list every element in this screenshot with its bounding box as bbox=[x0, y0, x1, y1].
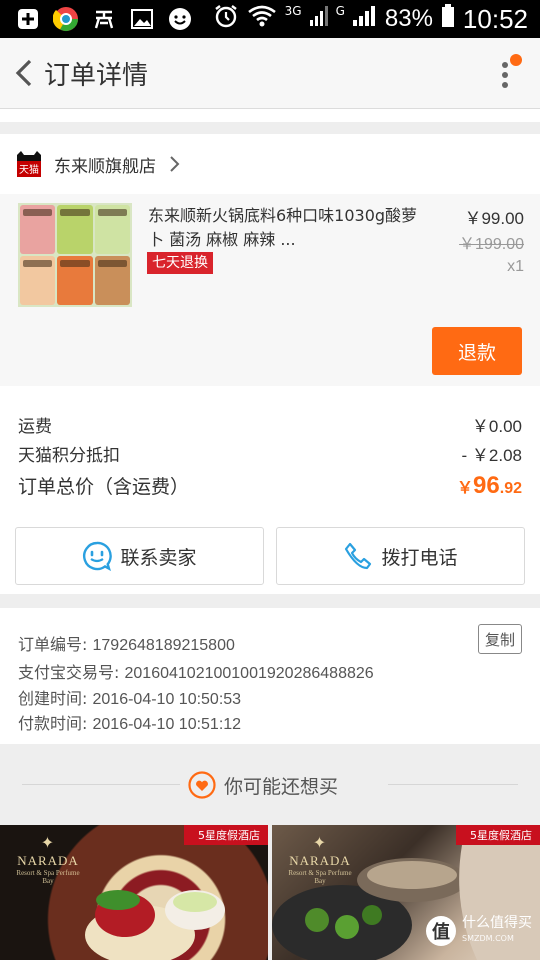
network-3g-label: 3G bbox=[284, 4, 302, 18]
points-row: 天猫积分抵扣 - ￥2.08 bbox=[18, 441, 522, 466]
product-item[interactable]: 东来顺新火锅底料6种口味1030g酸萝卜 菌汤 麻椒 麻辣 ... 七天退换 ￥… bbox=[0, 194, 540, 386]
recommend-card[interactable]: ✦ NARADA Resort & Spa Perfume Bay 5星度假酒店… bbox=[272, 825, 540, 960]
action-buttons: 联系卖家 拨打电话 bbox=[15, 527, 525, 585]
food-image bbox=[85, 890, 225, 960]
narada-logo: ✦ NARADA Resort & Spa Perfume Bay bbox=[288, 835, 352, 885]
order-number-label: 订单编号: bbox=[18, 635, 88, 654]
battery-icon bbox=[441, 4, 455, 34]
top-spacer bbox=[0, 109, 540, 122]
divider bbox=[22, 784, 180, 785]
add-box-icon bbox=[14, 5, 42, 33]
image-icon bbox=[128, 5, 156, 33]
product-quantity: x1 bbox=[507, 258, 524, 275]
status-bar: 3G G 83% 10:52 bbox=[0, 0, 540, 38]
refund-button[interactable]: 退款 bbox=[432, 327, 522, 375]
watermark-text: 什么值得买 bbox=[462, 915, 532, 931]
package-image bbox=[20, 256, 56, 305]
created-label: 创建时间: bbox=[18, 689, 88, 708]
paid-time: 2016-04-10 10:51:12 bbox=[92, 716, 242, 733]
points-value: - ￥2.08 bbox=[461, 446, 522, 465]
product-original-price: ￥199.00 bbox=[459, 236, 524, 253]
page-title: 订单详情 bbox=[44, 60, 149, 91]
order-number: 1792648189215800 bbox=[92, 637, 235, 654]
call-phone-label: 拨打电话 bbox=[381, 546, 458, 569]
hotel-badge: 5星度假酒店 bbox=[184, 825, 268, 845]
watermark-logo-icon: 值 bbox=[426, 916, 456, 946]
shipping-row: 运费 ￥0.00 bbox=[18, 412, 522, 437]
more-dot bbox=[502, 72, 508, 78]
alipay-number: 2016041021001001920286488826 bbox=[124, 665, 374, 682]
smzdm-watermark: 值 什么值得买 SMZDM.COM bbox=[426, 916, 532, 946]
product-price: ￥99.00 bbox=[464, 209, 524, 228]
notification-badge bbox=[510, 54, 522, 66]
copy-button[interactable]: 复制 bbox=[478, 624, 522, 654]
alarm-icon bbox=[213, 3, 239, 35]
battery-percent: 83% bbox=[384, 5, 433, 32]
more-dot bbox=[502, 82, 508, 88]
more-menu-button[interactable] bbox=[492, 54, 522, 94]
package-image bbox=[57, 205, 93, 254]
package-image bbox=[20, 205, 56, 254]
return-policy-tag: 七天退换 bbox=[147, 252, 213, 274]
package-image bbox=[94, 256, 130, 305]
signal-3g-icon bbox=[309, 4, 328, 34]
shipping-value: ￥0.00 bbox=[471, 417, 522, 436]
shipping-label: 运费 bbox=[18, 417, 52, 437]
points-label: 天猫积分抵扣 bbox=[18, 446, 120, 466]
order-info: 订单编号: 1792648189215800 复制 支付宝交易号: 201604… bbox=[0, 608, 540, 744]
wallet-icon bbox=[90, 5, 118, 33]
total-row: 订单总价（含运费） ￥96.92 bbox=[18, 472, 522, 500]
watermark-sub: SMZDM.COM bbox=[462, 934, 514, 943]
recommend-card[interactable]: ✦ NARADA Resort & Spa Perfume Bay 5星度假酒店 bbox=[0, 825, 268, 960]
contact-seller-button[interactable]: 联系卖家 bbox=[15, 527, 264, 585]
svg-text:天猫: 天猫 bbox=[19, 163, 39, 176]
app-header: 订单详情 bbox=[0, 38, 540, 109]
order-totals: 运费 ￥0.00 天猫积分抵扣 - ￥2.08 订单总价（含运费） ￥96.92… bbox=[0, 386, 540, 594]
alipay-label: 支付宝交易号: bbox=[18, 663, 120, 682]
total-label: 订单总价（含运费） bbox=[18, 476, 190, 498]
hotel-badge: 5星度假酒店 bbox=[456, 825, 540, 845]
chat-bubble-icon bbox=[166, 5, 194, 33]
alipay-row: 支付宝交易号: 2016041021001001920286488826 bbox=[18, 659, 374, 683]
order-number-row: 订单编号: 1792648189215800 bbox=[18, 631, 235, 655]
product-thumbnail bbox=[18, 203, 132, 307]
call-phone-button[interactable]: 拨打电话 bbox=[276, 527, 525, 585]
chat-face-icon bbox=[83, 541, 113, 571]
contact-seller-label: 联系卖家 bbox=[120, 546, 197, 569]
divider bbox=[388, 784, 518, 785]
package-image bbox=[94, 205, 130, 254]
created-time: 2016-04-10 10:50:53 bbox=[92, 691, 242, 708]
product-name: 东来顺新火锅底料6种口味1030g酸萝卜 菌汤 麻椒 麻辣 ... bbox=[148, 206, 418, 249]
tmall-logo-icon: 天猫 bbox=[17, 151, 41, 177]
total-decimal: .92 bbox=[499, 480, 522, 497]
recommend-title: 你可能还想买 bbox=[224, 776, 339, 798]
heart-icon bbox=[188, 771, 216, 799]
narada-logo: ✦ NARADA Resort & Spa Perfume Bay bbox=[16, 835, 80, 885]
paid-label: 付款时间: bbox=[18, 714, 88, 733]
phone-icon bbox=[345, 542, 372, 570]
store-row[interactable]: 天猫 东来顺旗舰店 bbox=[0, 134, 540, 194]
total-currency: ￥ bbox=[457, 480, 474, 497]
store-name: 东来顺旗舰店 bbox=[54, 156, 156, 177]
total-value: ￥96.92 bbox=[457, 472, 522, 500]
package-image bbox=[57, 256, 93, 305]
network-g-label: G bbox=[335, 4, 345, 18]
more-dots-icon bbox=[502, 62, 508, 68]
paid-row: 付款时间: 2016-04-10 10:51:12 bbox=[18, 710, 241, 734]
chrome-icon bbox=[52, 5, 80, 33]
chevron-right-icon bbox=[170, 156, 180, 172]
signal-icon bbox=[352, 4, 377, 34]
created-row: 创建时间: 2016-04-10 10:50:53 bbox=[18, 685, 241, 709]
clock: 10:52 bbox=[462, 3, 528, 34]
chevron-left-icon bbox=[15, 59, 32, 87]
wifi-icon bbox=[247, 4, 277, 34]
recommend-header: 你可能还想买 bbox=[0, 744, 540, 826]
total-integer: 96 bbox=[473, 472, 500, 499]
back-button[interactable] bbox=[6, 55, 42, 91]
